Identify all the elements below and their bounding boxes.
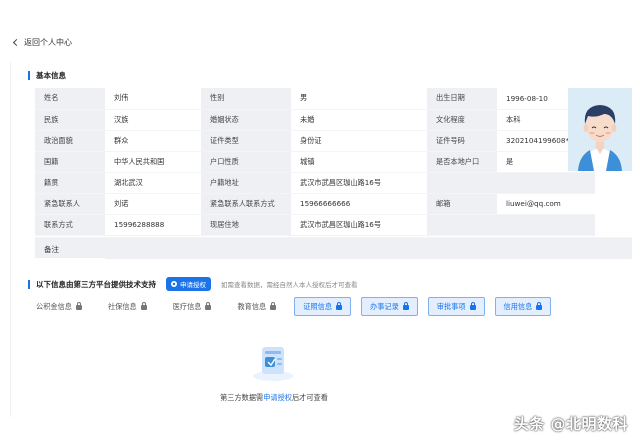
lock-icon bbox=[469, 302, 476, 310]
remark-row: 备注 bbox=[35, 237, 632, 259]
tab-label: 信用信息 bbox=[503, 301, 533, 311]
tab-label: 社保信息 bbox=[107, 301, 137, 311]
field-value: 群众 bbox=[105, 130, 201, 152]
info-row: 紧急联系人 刘诺 紧急联系人联系方式 15966666666 邮箱 liuwei@qq.c… bbox=[35, 193, 595, 215]
tab-label: 医疗信息 bbox=[172, 301, 202, 311]
apply-authorization-button[interactable]: 申请授权 bbox=[166, 277, 211, 291]
third-party-tabs: 公积金信息 社保信息 医疗信息 教育信息 证照信息 办事记录 审批事项 信用信息 bbox=[28, 297, 552, 316]
lock-icon bbox=[140, 302, 147, 310]
field-label: 紧急联系人 bbox=[35, 193, 105, 215]
section-marker bbox=[28, 71, 30, 80]
basic-info-table: 姓名 刘伟 性别男出生日期 1996-08-10 民族 汉族 婚姻状态 未婚 文化程度 本科 政治面… bbox=[35, 88, 595, 236]
field-label: 现居住地 bbox=[201, 214, 291, 236]
tab-1[interactable]: 公积金信息 bbox=[28, 297, 90, 316]
field-label bbox=[427, 214, 497, 236]
tab-label: 审批事项 bbox=[436, 301, 466, 311]
field-value: 身份证 bbox=[291, 130, 427, 152]
person-avatar-illustration bbox=[568, 88, 632, 171]
lock-icon bbox=[205, 302, 212, 310]
third-party-header: 以下信息由第三方平台提供技术支持 申请授权 如需查看数据，需经自然人本人授权后才… bbox=[28, 277, 358, 291]
tab-label: 教育信息 bbox=[237, 301, 267, 311]
top-bar: 返回个人中心 bbox=[0, 0, 640, 62]
field-value: 男 bbox=[291, 88, 427, 110]
tab-2[interactable]: 社保信息 bbox=[99, 297, 155, 316]
third-party-title: 以下信息由第三方平台提供技术支持 bbox=[36, 279, 156, 289]
field-value: 刘诺 bbox=[105, 193, 201, 215]
field-label: 籍贯 bbox=[35, 172, 105, 194]
empty-state-icon bbox=[250, 343, 296, 383]
tab-7[interactable]: 审批事项 bbox=[427, 297, 485, 316]
chevron-left-icon bbox=[12, 38, 21, 47]
field-label: 证件类型 bbox=[201, 130, 291, 152]
field-value: 武汉市武昌区珈山路16号 bbox=[291, 214, 427, 236]
info-row: 姓名 刘伟 性别男出生日期 1996-08-10 bbox=[35, 88, 595, 110]
tab-label: 办事记录 bbox=[370, 301, 399, 311]
field-label: 户籍地址 bbox=[201, 172, 291, 194]
field-value: 未婚 bbox=[291, 109, 427, 131]
tab-4[interactable]: 教育信息 bbox=[229, 297, 285, 316]
field-value: 城镇 bbox=[291, 151, 427, 173]
field-value: 刘伟 bbox=[105, 88, 201, 110]
basic-info-header: 基本信息 bbox=[28, 70, 66, 81]
field-value: 汉族 bbox=[105, 109, 201, 131]
field-label: 姓名 bbox=[35, 88, 105, 110]
field-label: 婚姻状态 bbox=[201, 109, 291, 131]
field-label: 证件号码 bbox=[427, 130, 497, 152]
section-marker bbox=[28, 279, 30, 289]
lock-icon bbox=[536, 302, 543, 310]
info-row: 籍贯 湖北武汉 户籍地址 武汉市武昌区珈山路16号 bbox=[35, 172, 595, 194]
tab-label: 证照信息 bbox=[303, 301, 333, 311]
authorization-hint: 如需查看数据，需经自然人本人授权后才可查看 bbox=[221, 281, 358, 289]
field-value: 15966666666 bbox=[291, 193, 427, 215]
empty-state-message: 第三方数据需申请授权后才可查看 bbox=[0, 393, 548, 403]
field-label: 文化程度 bbox=[427, 109, 497, 131]
lock-icon bbox=[270, 302, 277, 310]
field-label: 紧急联系人联系方式 bbox=[201, 193, 291, 215]
tab-3[interactable]: 医疗信息 bbox=[164, 297, 220, 316]
info-row: 国籍 中华人民共和国 户口性质 城镇 是否本地户口是 bbox=[35, 151, 595, 173]
apply-authorization-label: 申请授权 bbox=[180, 281, 206, 289]
empty-state-prefix: 第三方数据需 bbox=[220, 393, 264, 402]
lock-icon bbox=[336, 302, 343, 310]
field-value: 湖北武汉 bbox=[105, 172, 201, 194]
avatar bbox=[568, 88, 632, 171]
field-value: 武汉市武昌区珈山路16号 bbox=[291, 172, 427, 194]
field-value bbox=[497, 172, 595, 194]
field-value: 15996288888 bbox=[105, 214, 201, 236]
field-label: 民族 bbox=[35, 109, 105, 131]
tab-6[interactable]: 办事记录 bbox=[361, 297, 418, 316]
field-value bbox=[497, 214, 595, 236]
field-label: 邮箱 bbox=[427, 193, 497, 215]
field-label bbox=[427, 172, 497, 194]
empty-state-apply-link[interactable]: 申请授权 bbox=[263, 393, 292, 402]
field-value: liuwei@qq.com bbox=[497, 193, 595, 215]
field-label: 性别 bbox=[201, 88, 291, 110]
field-value: 中华人民共和国 bbox=[105, 151, 201, 173]
location-pin-icon bbox=[171, 281, 177, 287]
remark-value bbox=[105, 238, 632, 259]
info-row: 政治面貌 群众 证件类型 身份证 证件号码 3202104199608****26 bbox=[35, 130, 595, 152]
back-link-label: 返回个人中心 bbox=[24, 38, 72, 47]
basic-info-title: 基本信息 bbox=[36, 71, 66, 80]
back-link[interactable]: 返回个人中心 bbox=[12, 37, 72, 48]
info-row: 民族 汉族 婚姻状态 未婚 文化程度 本科 bbox=[35, 109, 595, 131]
field-label: 户口性质 bbox=[201, 151, 291, 173]
field-label: 是否本地户口 bbox=[427, 151, 497, 173]
field-label: 国籍 bbox=[35, 151, 105, 173]
lock-icon bbox=[75, 302, 82, 310]
watermark: 头条 @北明数科 bbox=[513, 415, 628, 433]
field-label: 政治面貌 bbox=[35, 130, 105, 152]
field-label: 联系方式 bbox=[35, 214, 105, 236]
tab-8[interactable]: 信用信息 bbox=[494, 297, 552, 316]
tab-5[interactable]: 证照信息 bbox=[294, 297, 352, 316]
field-label: 出生日期 bbox=[427, 88, 497, 110]
tab-label: 公积金信息 bbox=[36, 301, 72, 311]
remark-label: 备注 bbox=[44, 245, 59, 254]
empty-state-suffix: 后才可查看 bbox=[291, 393, 328, 402]
lock-icon bbox=[402, 302, 409, 310]
info-row: 联系方式 15996288888 现居住地 武汉市武昌区珈山路16号 bbox=[35, 214, 595, 236]
